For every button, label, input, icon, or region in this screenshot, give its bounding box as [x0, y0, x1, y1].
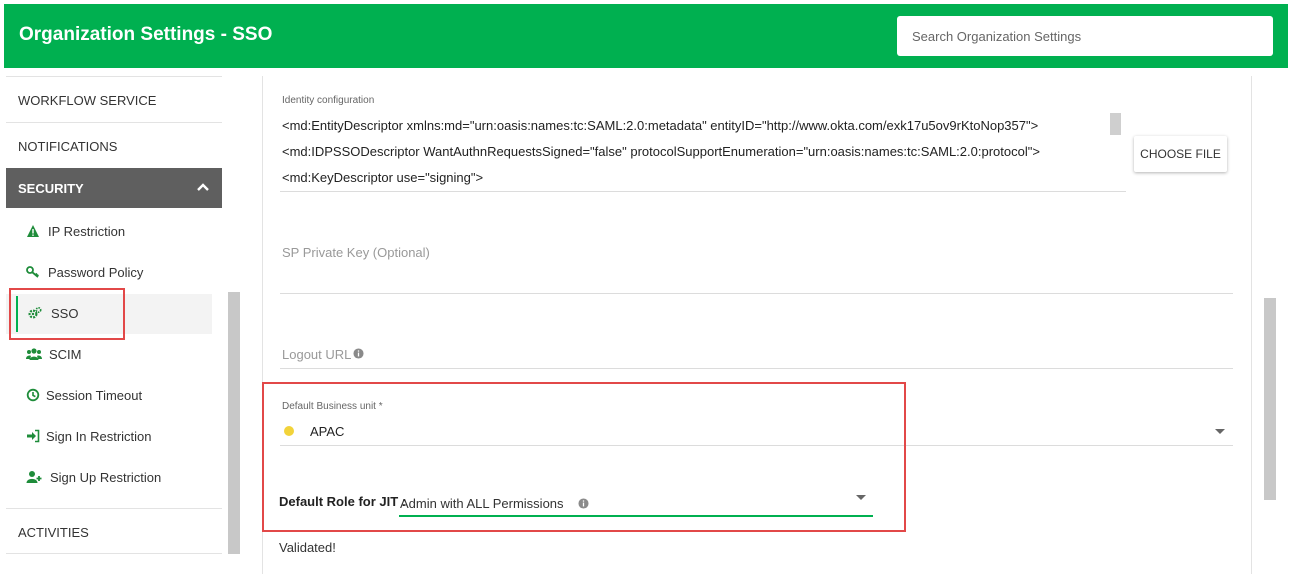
- sidebar-item-label: Session Timeout: [46, 388, 143, 403]
- sidebar-section-activities[interactable]: ACTIVITIES: [6, 508, 222, 554]
- main-scrollbar-thumb[interactable]: [1264, 298, 1276, 500]
- sidebar-scrollbar-thumb[interactable]: [228, 292, 240, 554]
- sidebar-item-label: Password Policy: [48, 265, 144, 280]
- sidebar-item-label: Sign Up Restriction: [50, 470, 162, 485]
- chevron-up-icon: [197, 183, 209, 191]
- sidebar-item-label: Sign In Restriction: [46, 429, 152, 444]
- sp-private-key-underline: [280, 293, 1233, 294]
- sidebar-section-workflow-service[interactable]: WORKFLOW SERVICE: [6, 76, 222, 122]
- jit-highlight-annotation: [262, 382, 906, 532]
- users-icon: [26, 348, 42, 360]
- validation-status: Validated!: [279, 540, 336, 555]
- sidebar-section-label: WORKFLOW SERVICE: [18, 93, 157, 108]
- sidebar-section-label: NOTIFICATIONS: [18, 139, 118, 154]
- identity-config-underline: [280, 191, 1126, 192]
- identity-scrollbar-thumb[interactable]: [1110, 113, 1121, 135]
- logout-url-underline: [280, 368, 1233, 369]
- info-icon: [353, 348, 364, 359]
- search-input[interactable]: [897, 16, 1273, 56]
- sidebar-item-sign-up-restriction[interactable]: Sign Up Restriction: [6, 458, 212, 498]
- identity-line: <md:IDPSSODescriptor WantAuthnRequestsSi…: [282, 144, 1040, 159]
- sidebar-section-security[interactable]: SECURITY: [6, 168, 222, 208]
- page-title: Organization Settings - SSO: [19, 24, 273, 45]
- header-bar: Organization Settings - SSO: [4, 4, 1288, 68]
- sidebar-section-label: SECURITY: [18, 181, 84, 196]
- sidebar-item-label: SCIM: [49, 347, 82, 362]
- sso-highlight-annotation: [9, 288, 125, 340]
- choose-file-button[interactable]: CHOOSE FILE: [1134, 136, 1227, 172]
- identity-config-label: Identity configuration: [282, 95, 375, 106]
- user-plus-icon: [26, 471, 42, 483]
- sign-in-icon: [27, 429, 40, 443]
- sp-private-key-field[interactable]: SP Private Key (Optional): [282, 245, 430, 260]
- chevron-down-icon: [1215, 429, 1225, 434]
- sidebar-item-label: IP Restriction: [48, 224, 126, 239]
- sidebar-item-ip-restriction[interactable]: IP Restriction: [6, 212, 212, 252]
- clock-icon: [26, 388, 40, 402]
- identity-line: <md:KeyDescriptor use="signing">: [282, 170, 484, 185]
- sidebar-section-notifications[interactable]: NOTIFICATIONS: [6, 122, 222, 168]
- warning-icon: [27, 225, 39, 237]
- sidebar-item-scim[interactable]: SCIM: [6, 335, 212, 375]
- sidebar-item-password-policy[interactable]: Password Policy: [6, 253, 212, 293]
- sidebar-item-sign-in-restriction[interactable]: Sign In Restriction: [6, 417, 212, 457]
- logout-url-field[interactable]: Logout URL: [282, 347, 351, 362]
- key-icon: [26, 266, 39, 278]
- sidebar-item-session-timeout[interactable]: Session Timeout: [6, 376, 212, 416]
- identity-line: <md:EntityDescriptor xmlns:md="urn:oasis…: [282, 118, 1039, 133]
- sidebar-section-label: ACTIVITIES: [18, 525, 89, 540]
